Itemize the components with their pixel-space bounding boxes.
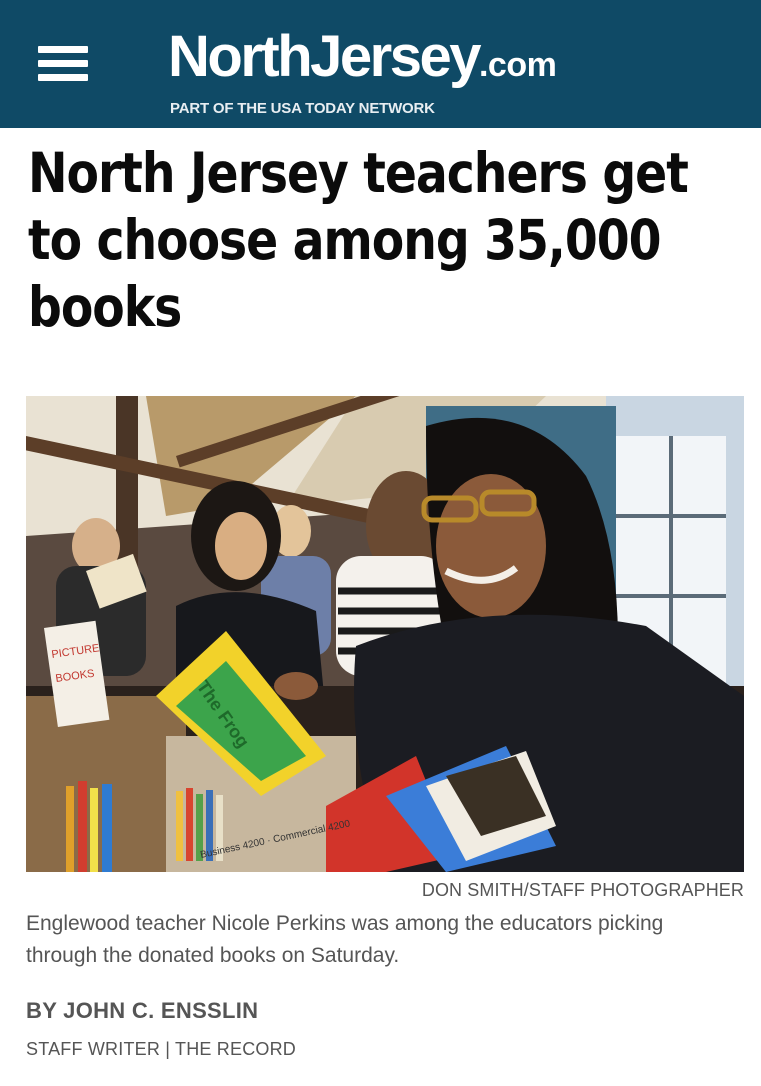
author-role: STAFF WRITER | THE RECORD <box>26 1039 297 1059</box>
logo-tagline: PART OF THE USA TODAY NETWORK <box>170 100 435 117</box>
photo-illustration: PICTURE BOOKS The Frog Business 4200 · C… <box>26 396 744 872</box>
site-logo[interactable]: NorthJersey.com PART OF THE USA TODAY NE… <box>168 28 557 118</box>
menu-bar <box>38 60 88 67</box>
logo-wordmark: NorthJersey.com <box>168 28 557 94</box>
menu-bar <box>38 46 88 53</box>
logo-main-text: NorthJersey <box>168 24 481 89</box>
hamburger-menu-icon[interactable] <box>34 42 92 86</box>
logo-suffix: .com <box>478 46 557 84</box>
article-headline: North Jersey teachers get to choose amon… <box>28 141 689 339</box>
photo-credit: DON SMITH/STAFF PHOTOGRAPHER <box>421 880 744 900</box>
photo-caption: Englewood teacher Nicole Perkins was amo… <box>26 912 664 967</box>
menu-bar <box>38 74 88 81</box>
article-photo[interactable]: PICTURE BOOKS The Frog Business 4200 · C… <box>26 396 744 872</box>
author-byline[interactable]: BY JOHN C. ENSSLIN <box>26 998 258 1024</box>
site-header: NorthJersey.com PART OF THE USA TODAY NE… <box>0 0 761 128</box>
